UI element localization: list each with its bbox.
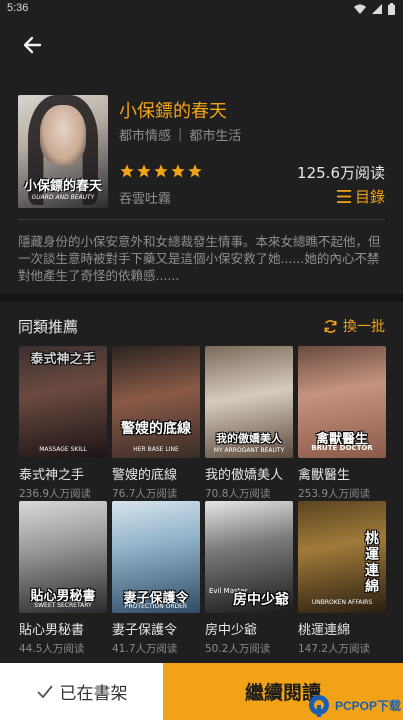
status-time: 5:36 xyxy=(7,2,29,14)
book-thumb: 貼心男秘書 SWEET SECRETARY xyxy=(19,501,107,613)
book-name: 我的傲嬌美人 xyxy=(205,468,284,483)
book-thumb: 禽獸醫生 BRUTE DOCTOR xyxy=(298,346,386,458)
book-thumb: 妻子保護令 PROTECTION ORDER xyxy=(112,501,200,613)
check-icon xyxy=(36,684,53,698)
book-card[interactable]: 警嫂的底線 HER BASE LINE 警嫂的底線 76.7人万阅读 xyxy=(112,346,200,501)
back-button[interactable] xyxy=(20,32,46,58)
cover-title: 小保鏢的春天 xyxy=(23,179,102,194)
section-divider xyxy=(0,294,403,302)
author-name: 吞雲吐霧 xyxy=(119,192,172,207)
book-name: 禽獸醫生 xyxy=(298,468,351,483)
book-name: 警嫂的底線 xyxy=(112,468,178,483)
book-card[interactable]: Evil Master 房中少爺 房中少爺 50.2人万阅读 xyxy=(205,501,293,656)
read-count: 125.6万阅读 xyxy=(297,164,385,182)
book-name: 桃運連綿 xyxy=(298,623,351,638)
book-reads: 76.7人万阅读 xyxy=(112,488,178,500)
wifi-icon xyxy=(354,4,366,14)
book-card[interactable]: 妻子保護令 PROTECTION ORDER 妻子保護令 41.7人万阅读 xyxy=(112,501,200,656)
book-reads: 50.2人万阅读 xyxy=(205,643,271,655)
bottom-action-bar: 已在書架 繼續閱讀 PCPOP下载 xyxy=(0,663,403,720)
star-icon xyxy=(154,164,168,178)
arrow-left-icon xyxy=(23,36,42,54)
book-thumb: 警嫂的底線 HER BASE LINE xyxy=(112,346,200,458)
signal-icon xyxy=(372,3,382,14)
watermark: PCPOP下载 xyxy=(307,693,401,717)
book-title: 小保鏢的春天 xyxy=(119,101,227,122)
on-shelf-button[interactable]: 已在書架 xyxy=(0,663,163,720)
cover-subtitle: GUARD AND BEAUTY xyxy=(31,194,95,201)
book-name: 貼心男秘書 xyxy=(19,623,85,638)
book-reads: 253.9人万阅读 xyxy=(298,488,371,500)
battery-icon xyxy=(388,3,395,15)
continue-reading-button[interactable]: 繼續閱讀 PCPOP下载 xyxy=(163,663,403,720)
star-icon xyxy=(188,164,202,178)
rating-stars xyxy=(119,163,203,179)
refresh-label: 換一批 xyxy=(343,319,385,335)
star-icon xyxy=(171,164,185,178)
star-icon xyxy=(137,164,151,178)
toc-label: 目錄 xyxy=(354,188,385,206)
book-tags: 都市情感 | 都市生活 xyxy=(119,125,241,144)
book-reads: 236.9人万阅读 xyxy=(19,488,92,500)
book-thumb: 泰式神之手 MASSAGE SKILL xyxy=(19,346,107,458)
status-bar: 5:36 xyxy=(0,0,403,18)
book-thumb: Evil Master 房中少爺 xyxy=(205,501,293,613)
book-reads: 44.5人万阅读 xyxy=(19,643,85,655)
table-of-contents-button[interactable]: 目錄 xyxy=(336,186,385,207)
book-cover: 小保鏢的春天 GUARD AND BEAUTY xyxy=(18,95,108,208)
divider xyxy=(18,219,385,220)
book-thumb: 我的傲嬌美人 MY ARROGANT BEAUTY xyxy=(205,346,293,458)
book-card[interactable]: 我的傲嬌美人 MY ARROGANT BEAUTY 我的傲嬌美人 70.8人万阅… xyxy=(205,346,293,501)
tag-separator: | xyxy=(178,127,183,142)
book-name: 妻子保護令 xyxy=(112,623,178,638)
book-card[interactable]: 泰式神之手 MASSAGE SKILL 泰式神之手 236.9人万阅读 xyxy=(19,346,107,501)
pcpop-logo-icon xyxy=(308,695,329,717)
watermark-text: PCPOP下载 xyxy=(334,698,401,713)
on-shelf-label: 已在書架 xyxy=(59,684,128,704)
star-icon xyxy=(120,164,134,178)
tag-2: 都市生活 xyxy=(189,129,242,144)
book-reads: 41.7人万阅读 xyxy=(112,643,178,655)
refresh-icon xyxy=(324,319,337,333)
tag-1: 都市情感 xyxy=(119,129,172,144)
book-card[interactable]: 桃運連綿 UNBROKEN AFFAIRS 桃運連綿 147.2人万阅读 xyxy=(298,501,386,656)
book-card[interactable]: 貼心男秘書 SWEET SECRETARY 貼心男秘書 44.5人万阅读 xyxy=(19,501,107,656)
refresh-button[interactable]: 換一批 xyxy=(323,316,385,336)
book-thumb: 桃運連綿 UNBROKEN AFFAIRS xyxy=(298,501,386,613)
book-card[interactable]: 禽獸醫生 BRUTE DOCTOR 禽獸醫生 253.9人万阅读 xyxy=(298,346,386,501)
book-name: 房中少爺 xyxy=(205,623,258,638)
synopsis[interactable]: 隱藏身份的小保安意外和女總裁發生情事。本來女總瞧不起他，但一次談生意時被對手下藥… xyxy=(18,233,385,284)
section-title: 同類推薦 xyxy=(18,318,79,336)
list-icon xyxy=(336,190,351,203)
status-icons xyxy=(354,3,395,15)
book-reads: 70.8人万阅读 xyxy=(205,488,271,500)
book-reads: 147.2人万阅读 xyxy=(298,643,371,655)
book-name: 泰式神之手 xyxy=(19,468,85,483)
